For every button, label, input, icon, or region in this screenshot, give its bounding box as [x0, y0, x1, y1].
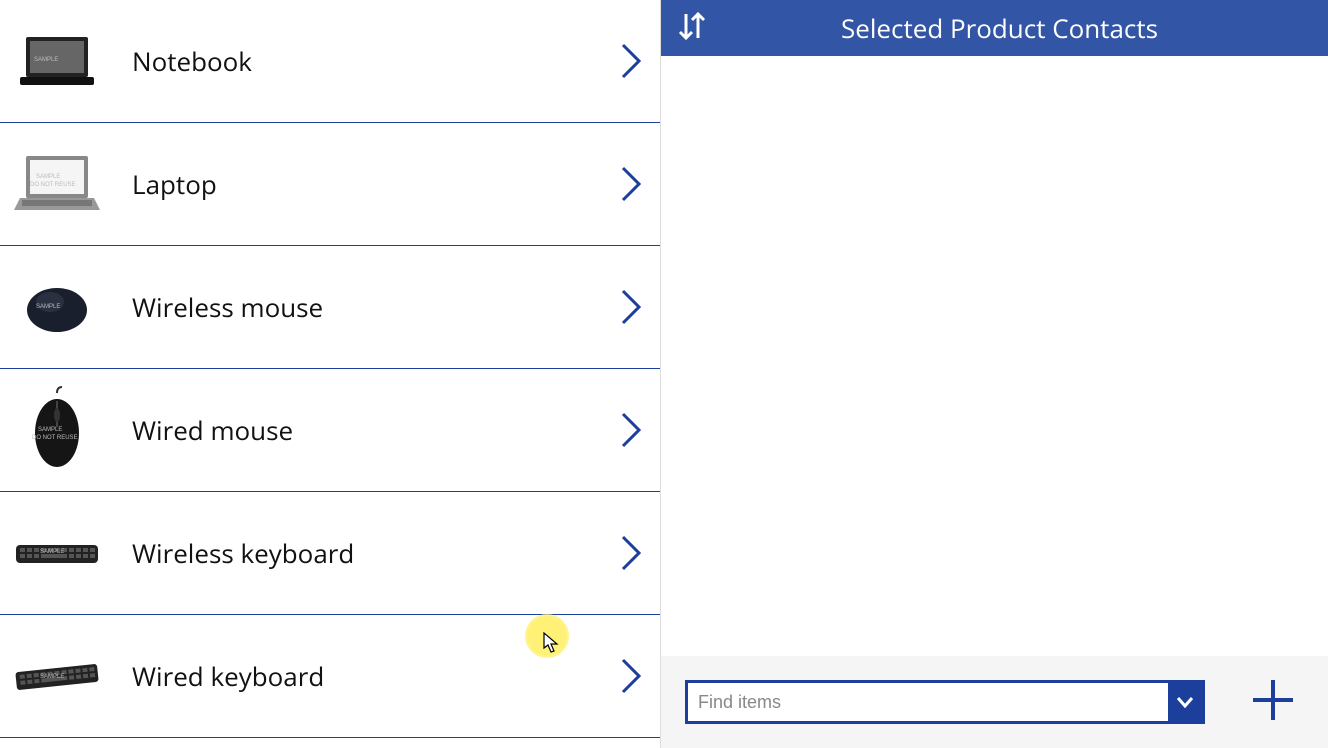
chevron-right-icon	[620, 42, 642, 80]
svg-text:SAMPLE: SAMPLE	[40, 674, 64, 680]
keyboard-icon: SAMPLE	[12, 508, 102, 598]
product-row-wired-mouse[interactable]: SAMPLE DO NOT REUSE Wired mouse	[0, 369, 660, 492]
keyboard-icon: SAMPLE	[12, 631, 102, 721]
product-row-laptop[interactable]: SAMPLE DO NOT REUSE Laptop	[0, 123, 660, 246]
product-row-wired-keyboard[interactable]: SAMPLE Wired keyboard	[0, 615, 660, 738]
laptop-icon: SAMPLE DO NOT REUSE	[12, 139, 102, 229]
chevron-right-icon	[620, 165, 642, 203]
chevron-right-icon	[620, 657, 642, 695]
product-label: Notebook	[132, 43, 620, 79]
svg-text:SAMPLE: SAMPLE	[38, 427, 62, 433]
contacts-panel: Selected Product Contacts	[660, 0, 1328, 748]
svg-text:SAMPLE: SAMPLE	[34, 57, 58, 63]
product-row-wireless-keyboard[interactable]: SAMPLE Wireless keyboard	[0, 492, 660, 615]
product-list-scroll[interactable]: SAMPLE Notebook SAMPLE DO NOT RE	[0, 0, 660, 748]
app-root: SAMPLE Notebook SAMPLE DO NOT RE	[0, 0, 1328, 748]
chevron-right-icon	[620, 288, 642, 326]
wired-mouse-icon: SAMPLE DO NOT REUSE	[12, 385, 102, 475]
product-label: Laptop	[132, 166, 620, 202]
sort-icon[interactable]	[677, 8, 707, 49]
svg-text:SAMPLE: SAMPLE	[36, 304, 60, 310]
contacts-header: Selected Product Contacts	[661, 0, 1328, 56]
product-label: Wireless keyboard	[132, 535, 620, 571]
chevron-right-icon	[620, 534, 642, 572]
combo-dropdown-button[interactable]	[1168, 683, 1202, 721]
find-items-combo[interactable]	[685, 680, 1205, 724]
contacts-footer	[661, 656, 1328, 748]
product-row-wireless-mouse[interactable]: SAMPLE Wireless mouse	[0, 246, 660, 369]
contacts-body	[661, 56, 1328, 656]
product-label: Wireless mouse	[132, 289, 620, 325]
contacts-title: Selected Product Contacts	[747, 10, 1252, 46]
chevron-right-icon	[620, 411, 642, 449]
svg-text:DO NOT REUSE: DO NOT REUSE	[30, 182, 76, 188]
svg-text:DO NOT REUSE: DO NOT REUSE	[32, 435, 78, 441]
svg-text:SAMPLE: SAMPLE	[36, 174, 60, 180]
mouse-icon: SAMPLE	[12, 262, 102, 352]
add-button[interactable]	[1245, 672, 1301, 733]
svg-text:SAMPLE: SAMPLE	[40, 549, 64, 555]
product-row-notebook[interactable]: SAMPLE Notebook	[0, 0, 660, 123]
product-label: Wired mouse	[132, 412, 620, 448]
product-list-panel: SAMPLE Notebook SAMPLE DO NOT RE	[0, 0, 660, 748]
notebook-icon: SAMPLE	[12, 16, 102, 106]
product-label: Wired keyboard	[132, 658, 620, 694]
find-items-input[interactable]	[688, 683, 1168, 721]
